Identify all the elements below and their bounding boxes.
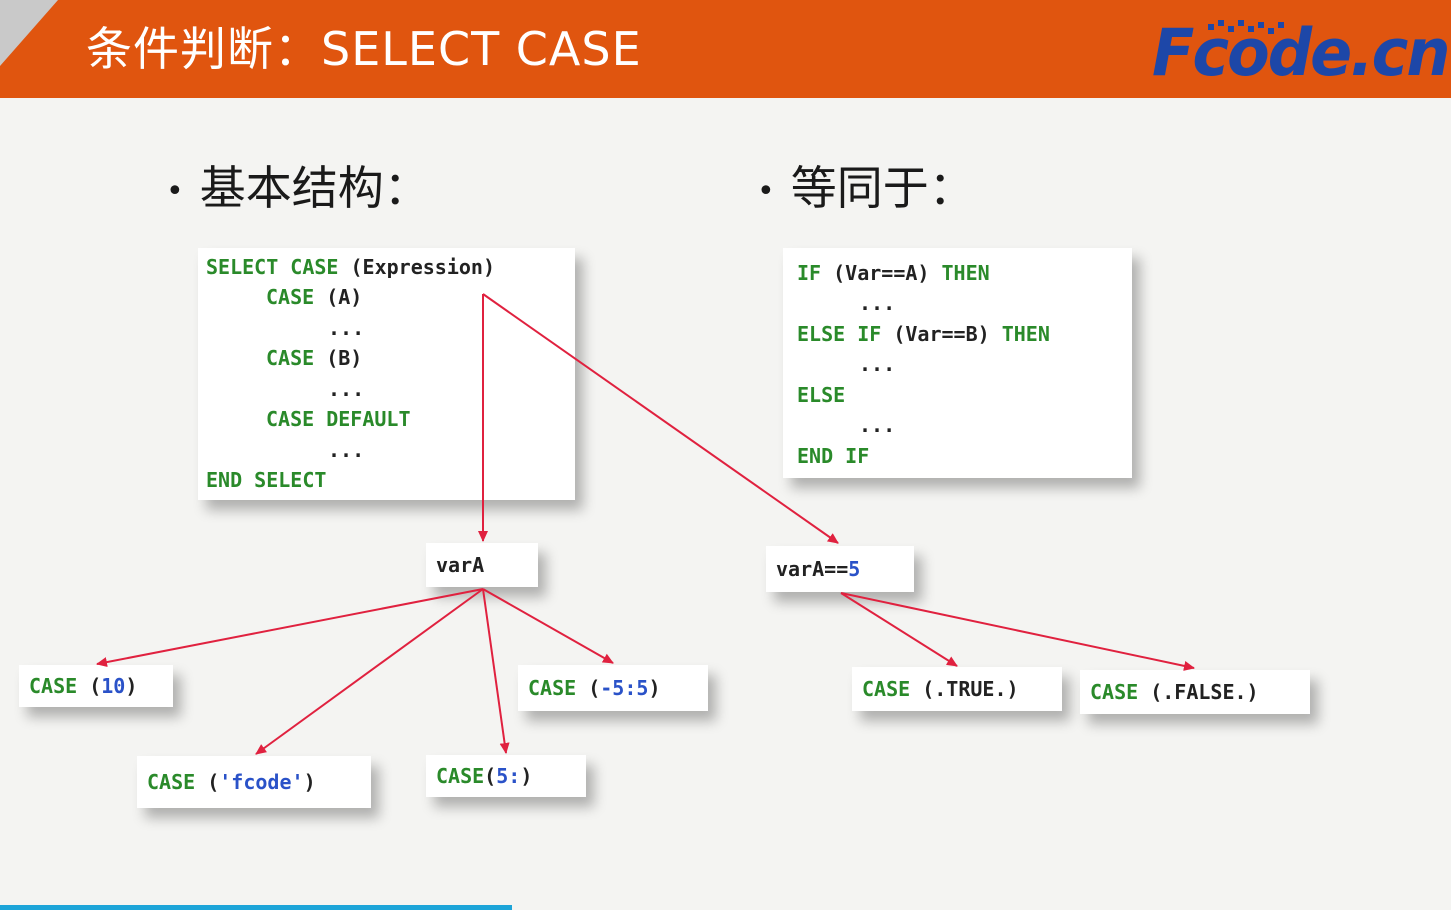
case-fcode-close: ) [303, 770, 316, 794]
code-text: (Var==A) [821, 261, 942, 285]
bullet-basic-label: 基本结构： [199, 161, 430, 215]
node-case-10: CASE (10) [19, 665, 173, 707]
case-fcode-kw: CASE [147, 770, 196, 794]
code-text: ... [859, 352, 896, 376]
node-varA-equals-5: varA== 5 [766, 546, 914, 592]
node-case-false: CASE (.FALSE.) [1080, 670, 1310, 714]
if-code-line: ... [859, 288, 895, 318]
case-fcode-val: 'fcode' [219, 770, 304, 794]
case-false-rest: (.FALSE.) [1138, 680, 1259, 704]
code-keyword: THEN [1001, 322, 1050, 346]
select-code-line: ... [328, 313, 364, 343]
arrow-varA-to-case-fcode [255, 588, 484, 755]
code-text: (A) [314, 285, 363, 309]
node-case-fcode: CASE ('fcode') [137, 756, 371, 808]
code-keyword: CASE DEFAULT [266, 407, 411, 431]
case-false-kw: CASE [1090, 680, 1139, 704]
code-keyword: CASE [266, 285, 315, 309]
select-code-line: END SELECT [206, 465, 326, 495]
node-case-true: CASE (.TRUE.) [852, 667, 1062, 711]
code-text: (B) [314, 346, 363, 370]
node-case-5: CASE(5:) [426, 755, 586, 797]
code-keyword: ELSE IF [797, 322, 882, 346]
arrow-varA-eq-to-case-true [840, 592, 958, 667]
arrow-varA-to-case-range [482, 588, 614, 664]
select-code-line: ... [328, 374, 364, 404]
code-keyword: END IF [797, 444, 870, 468]
code-text: ... [328, 377, 365, 401]
title-bar: 条件判断：SELECT CASE Fcode.cn [0, 0, 1451, 98]
case-true-rest: (.TRUE.) [910, 677, 1019, 701]
case-range-kw: CASE [528, 676, 577, 700]
node-varA-text: varA [436, 553, 485, 577]
code-text: ... [859, 291, 896, 315]
case-true-kw: CASE [862, 677, 911, 701]
if-code-line: ... [859, 410, 895, 440]
case-10-kw: CASE [29, 674, 78, 698]
slide-title: 条件判断：SELECT CASE [86, 22, 642, 76]
if-code-line: IF (Var==A) THEN [797, 258, 990, 288]
case-5-open: ( [484, 764, 497, 788]
select-code-line: ... [328, 435, 364, 465]
arrow-varA-to-case-10 [96, 588, 484, 668]
case-10-open: ( [77, 674, 102, 698]
video-progress-bar[interactable] [0, 905, 513, 910]
code-text: ... [859, 413, 896, 437]
bullet-equivalent-label: 等同于： [790, 161, 975, 215]
code-text: ... [328, 438, 365, 462]
logo-text: Fcode.cn [1152, 14, 1451, 91]
case-5-kw: CASE [436, 764, 485, 788]
code-keyword: CASE [266, 346, 315, 370]
if-code-line: ELSE IF (Var==B) THEN [797, 319, 1050, 349]
if-else-code-block: IF (Var==A) THEN... ELSE IF (Var==B) THEN… [783, 248, 1132, 478]
if-code-line: END IF [797, 441, 869, 471]
case-10-val: 10 [101, 674, 126, 698]
code-text: ... [328, 316, 365, 340]
arrow-varA-eq-to-case-false [840, 592, 1195, 671]
code-keyword: SELECT CASE [206, 255, 339, 279]
select-code-line: CASE (B) [266, 343, 362, 373]
select-code-line: CASE (A) [266, 282, 362, 312]
arrow-varA-to-case-5 [482, 588, 510, 754]
code-keyword: END SELECT [206, 468, 327, 492]
corner-decoration [0, 0, 58, 66]
bullet-equivalent: • 等同于： [757, 161, 975, 215]
fcode-logo: Fcode.cn [1152, 16, 1451, 90]
bullet-basic-structure: • 基本结构： [166, 161, 430, 215]
case-range-open: ( [576, 676, 601, 700]
node-varA: varA [426, 543, 538, 587]
case-5-val: 5: [496, 764, 521, 788]
node-varA-eq-num: 5 [848, 557, 861, 581]
case-range-val: -5:5 [600, 676, 649, 700]
case-fcode-open: ( [195, 770, 220, 794]
node-case-range: CASE (-5:5) [518, 665, 708, 711]
code-keyword: ELSE [797, 383, 846, 407]
code-keyword: IF [797, 261, 822, 285]
select-code-line: SELECT CASE (Expression) [206, 252, 495, 282]
code-keyword: THEN [941, 261, 990, 285]
select-case-code-block: SELECT CASE (Expression) CASE (A)... CASE … [198, 248, 575, 500]
case-5-close: ) [520, 764, 533, 788]
node-varA-eq-text: varA== [776, 557, 849, 581]
code-text: (Var==B) [881, 322, 1002, 346]
select-code-line: CASE DEFAULT [266, 404, 411, 434]
case-range-close: ) [648, 676, 661, 700]
if-code-line: ELSE [797, 380, 845, 410]
case-10-close: ) [125, 674, 138, 698]
if-code-line: ... [859, 349, 895, 379]
code-text: (Expression) [338, 255, 495, 279]
